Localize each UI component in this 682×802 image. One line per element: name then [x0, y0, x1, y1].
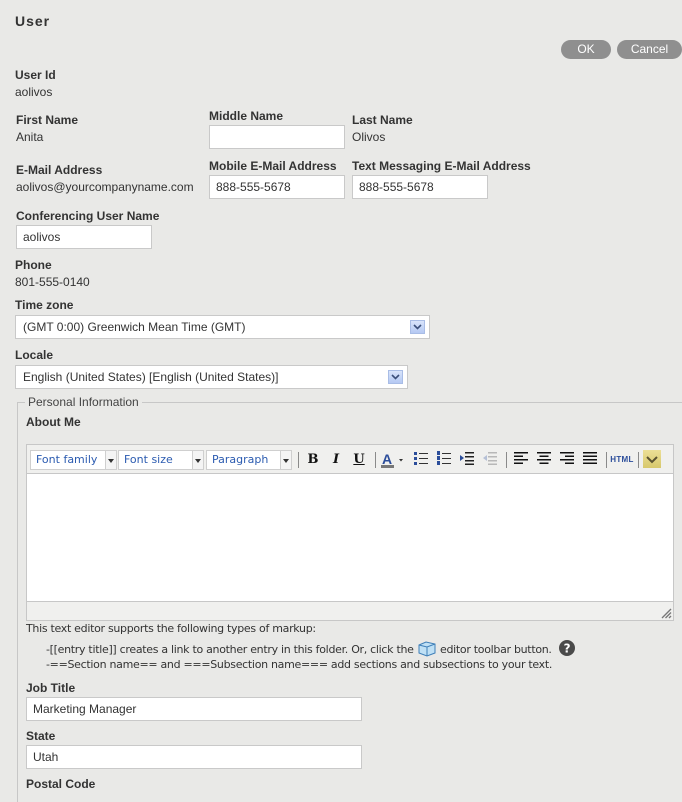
- editor-toolbar: Font family Font size Paragraph B I U A: [27, 445, 673, 473]
- markup-help-line1: -[[entry title]] creates a link to anoth…: [46, 640, 575, 657]
- bullet-list-icon: [414, 452, 428, 465]
- indent-button[interactable]: [457, 451, 477, 469]
- numbered-list-icon: [437, 451, 451, 465]
- italic-button[interactable]: I: [326, 451, 346, 469]
- svg-text:A: A: [382, 451, 392, 467]
- ok-button[interactable]: OK: [561, 40, 611, 59]
- email-label: E-Mail Address: [16, 163, 103, 177]
- bullet-list-button[interactable]: [411, 451, 431, 469]
- chevron-down-icon[interactable]: [388, 370, 403, 384]
- font-size-value: Font size: [124, 453, 173, 466]
- markup-help-line2: -==Section name== and ===Subsection name…: [46, 658, 553, 671]
- toolbar-separator: [638, 452, 639, 468]
- chevron-down-icon[interactable]: [410, 320, 425, 334]
- timezone-value: (GMT 0:00) Greenwich Mean Time (GMT): [23, 320, 246, 334]
- phone-label: Phone: [15, 258, 52, 272]
- timezone-label: Time zone: [15, 298, 74, 312]
- dropdown-arrow-icon: [192, 451, 203, 469]
- first-name-label: First Name: [16, 113, 79, 127]
- block-format-value: Paragraph: [212, 453, 269, 466]
- middle-name-label: Middle Name: [209, 109, 284, 123]
- conf-user-label: Conferencing User Name: [16, 209, 160, 223]
- justify-icon: [583, 452, 597, 464]
- middle-name-input[interactable]: [209, 125, 345, 149]
- outdent-icon: [483, 452, 497, 465]
- user-id-label: User Id: [15, 68, 56, 82]
- markup-help-line1-tail: editor toolbar button.: [440, 643, 552, 656]
- job-title-input[interactable]: Marketing Manager: [26, 697, 362, 721]
- first-name-value: Anita: [16, 130, 44, 144]
- font-size-select[interactable]: Font size: [118, 450, 204, 470]
- mobile-email-input[interactable]: 888-555-5678: [209, 175, 345, 199]
- job-title-label: Job Title: [26, 681, 76, 695]
- block-format-select[interactable]: Paragraph: [206, 450, 292, 470]
- postal-code-label: Postal Code: [26, 777, 96, 791]
- svg-text:?: ?: [564, 642, 571, 656]
- help-icon[interactable]: ?: [558, 640, 575, 656]
- align-left-icon: [514, 452, 528, 464]
- underline-button[interactable]: U: [349, 451, 369, 469]
- timezone-select[interactable]: (GMT 0:00) Greenwich Mean Time (GMT): [15, 315, 430, 339]
- align-center-icon: [537, 452, 551, 464]
- bold-button[interactable]: B: [303, 451, 323, 469]
- resize-grip-icon[interactable]: [661, 608, 672, 619]
- last-name-label: Last Name: [352, 113, 413, 127]
- page-title: User: [15, 13, 51, 29]
- markup-help-intro: This text editor supports the following …: [26, 622, 316, 635]
- text-email-label: Text Messaging E-Mail Address: [352, 159, 531, 173]
- locale-select[interactable]: English (United States) [English (United…: [15, 365, 408, 389]
- numbered-list-button[interactable]: [434, 451, 454, 469]
- last-name-value: Olivos: [352, 130, 386, 144]
- mobile-email-label: Mobile E-Mail Address: [209, 159, 337, 173]
- align-right-button[interactable]: [557, 451, 577, 469]
- justify-button[interactable]: [580, 451, 600, 469]
- toolbar-separator: [606, 452, 607, 468]
- markup-help-line1-text: -[[entry title]] creates a link to anoth…: [46, 643, 414, 656]
- rich-text-editor: Font family Font size Paragraph B I U A: [26, 444, 674, 621]
- locale-value: English (United States) [English (United…: [23, 370, 279, 384]
- font-family-select[interactable]: Font family: [30, 450, 117, 470]
- conf-user-input[interactable]: aolivos: [16, 225, 152, 249]
- dropdown-arrow-icon: [105, 451, 116, 469]
- outdent-button[interactable]: [480, 451, 500, 469]
- html-source-button[interactable]: HTML: [610, 451, 634, 469]
- wiki-link-icon: [418, 641, 436, 657]
- align-right-icon: [560, 452, 574, 464]
- cancel-button[interactable]: Cancel: [617, 40, 682, 59]
- chevron-down-icon: [646, 456, 658, 464]
- indent-icon: [460, 452, 474, 465]
- dropdown-arrow-icon: [280, 451, 291, 469]
- toolbar-separator: [298, 452, 299, 468]
- toolbar-separator: [375, 452, 376, 468]
- font-family-value: Font family: [36, 453, 98, 466]
- toggle-toolbar-button[interactable]: [643, 450, 661, 468]
- text-email-input[interactable]: 888-555-5678: [352, 175, 488, 199]
- state-label: State: [26, 729, 56, 743]
- editor-statusbar: [27, 600, 673, 620]
- align-center-button[interactable]: [534, 451, 554, 469]
- align-left-button[interactable]: [511, 451, 531, 469]
- personal-info-legend: Personal Information: [25, 395, 142, 409]
- about-me-label: About Me: [26, 415, 81, 429]
- locale-label: Locale: [15, 348, 54, 362]
- email-value: aolivos@yourcompanyname.com: [16, 180, 194, 194]
- editor-content-area[interactable]: [27, 473, 673, 602]
- phone-value: 801-555-0140: [15, 275, 90, 289]
- user-id-value: aolivos: [15, 85, 53, 99]
- toolbar-separator: [506, 452, 507, 468]
- text-color-icon: A: [381, 451, 403, 468]
- text-color-button[interactable]: A: [379, 451, 407, 469]
- state-input[interactable]: Utah: [26, 745, 362, 769]
